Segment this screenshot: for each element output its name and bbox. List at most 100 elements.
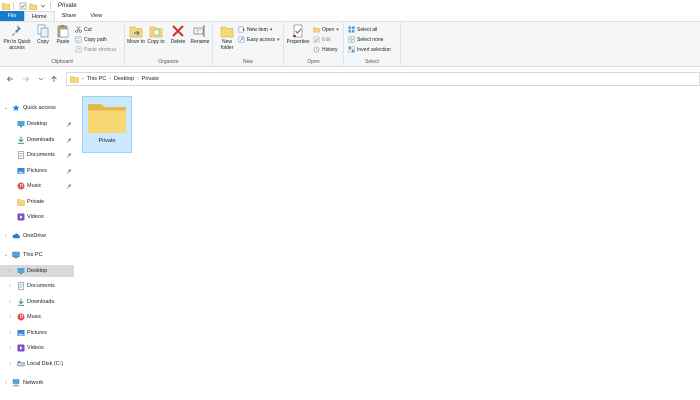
new-folder-label: New folder <box>220 39 234 51</box>
pin-to-quick-access-button[interactable]: Pin to Quick access <box>2 24 32 51</box>
easy-access-label: Easy access <box>247 36 276 43</box>
up-button[interactable] <box>49 74 59 84</box>
tab-share[interactable]: Share <box>55 11 84 21</box>
folder-item[interactable]: Private <box>82 96 132 153</box>
folder-icon <box>2 2 10 10</box>
chevron-right-icon[interactable]: › <box>7 330 13 336</box>
nav-quick-private[interactable]: Private <box>0 196 74 208</box>
nav-label: Downloads <box>27 298 55 305</box>
videos-icon <box>17 344 25 352</box>
nav-pc-videos[interactable]: › Videos <box>0 342 74 354</box>
chevron-down-icon: ▾ <box>277 36 280 43</box>
chevron-right-icon[interactable]: › <box>7 283 13 289</box>
nav-onedrive[interactable]: › OneDrive <box>0 230 74 242</box>
copy-to-label: Copy to <box>147 39 165 45</box>
move-to-button[interactable]: Move to <box>127 24 145 46</box>
breadcrumb-this-pc[interactable]: This PC <box>87 76 107 82</box>
chevron-right-icon[interactable]: › <box>7 268 13 274</box>
new-folder-icon <box>220 26 234 38</box>
nav-network[interactable]: › Network <box>0 377 74 389</box>
nav-pc-music[interactable]: › Music <box>0 311 74 323</box>
nav-pc-downloads[interactable]: › Downloads <box>0 296 74 308</box>
open-group: Properties Open ▾ Edit History Open <box>284 22 344 67</box>
new-group-label: New <box>242 59 253 65</box>
nav-this-pc[interactable]: ⌄ This PC <box>0 249 74 261</box>
copy-path-button[interactable]: Copy path <box>75 35 107 44</box>
select-group-label: Select <box>365 59 379 65</box>
easy-access-button[interactable]: Easy access ▾ <box>238 35 280 44</box>
paste-button[interactable]: Paste <box>54 24 72 46</box>
pin-icon <box>66 121 72 127</box>
open-button[interactable]: Open ▾ <box>313 25 339 34</box>
pin-icon <box>66 168 72 174</box>
pin-icon <box>66 152 72 158</box>
nav-pc-desktop[interactable]: › Desktop <box>0 264 74 277</box>
delete-label: Delete <box>170 39 186 45</box>
select-all-button[interactable]: Select all <box>348 25 377 34</box>
tab-view[interactable]: View <box>83 11 109 21</box>
title-bar: Private <box>0 0 700 11</box>
forward-button[interactable] <box>21 74 31 84</box>
new-folder-icon[interactable] <box>29 2 37 10</box>
select-all-label: Select all <box>357 26 378 33</box>
nav-pc-local-disk[interactable]: › Local Disk (C:) <box>0 358 74 370</box>
copy-button[interactable]: Copy <box>34 24 52 46</box>
tab-file[interactable]: File <box>0 11 24 21</box>
clipboard-group: Pin to Quick access Copy Paste Cut Copy … <box>0 22 125 67</box>
back-button[interactable] <box>5 74 15 84</box>
chevron-right-icon[interactable]: › <box>7 299 13 305</box>
nav-quick-pictures[interactable]: Pictures <box>0 165 74 177</box>
properties-icon[interactable] <box>19 2 27 10</box>
nav-quick-desktop[interactable]: Desktop <box>0 118 74 130</box>
chevron-right-icon[interactable]: › <box>3 380 9 386</box>
delete-button[interactable]: Delete <box>169 24 187 46</box>
new-folder-button[interactable]: New folder <box>217 24 237 51</box>
chevron-right-icon[interactable]: › <box>3 233 9 239</box>
new-item-button[interactable]: New item ▾ <box>238 25 272 34</box>
chevron-down-icon: ▾ <box>269 26 273 33</box>
nav-quick-music[interactable]: Music <box>0 180 74 192</box>
nav-quick-access[interactable]: ⌄ Quick access <box>0 102 74 114</box>
folder-icon <box>70 76 79 83</box>
nav-quick-downloads[interactable]: Downloads <box>0 134 74 146</box>
nav-pc-documents[interactable]: › Documents <box>0 280 74 292</box>
chevron-down-icon[interactable]: ⌄ <box>3 252 9 258</box>
cut-button[interactable]: Cut <box>75 25 92 34</box>
new-item-label: New item <box>247 26 268 33</box>
invert-selection-button[interactable]: Invert selection <box>348 45 391 54</box>
documents-icon <box>18 282 24 290</box>
recent-locations-button[interactable] <box>36 74 46 84</box>
nav-label: Downloads <box>27 136 55 143</box>
select-none-label: Select none <box>357 36 384 43</box>
nav-label: Documents <box>27 152 55 158</box>
chevron-right-icon[interactable]: › <box>7 314 13 320</box>
address-bar[interactable]: › This PC › Desktop › Private <box>66 72 700 86</box>
delete-icon <box>172 25 184 37</box>
breadcrumb-desktop[interactable]: Desktop <box>114 76 134 82</box>
edit-icon <box>313 36 320 43</box>
history-icon <box>313 46 320 53</box>
chevron-down-icon[interactable] <box>39 2 47 10</box>
properties-button[interactable]: Properties <box>285 24 311 46</box>
chevron-down-icon[interactable]: ⌄ <box>3 105 9 111</box>
folder-icon <box>17 198 25 206</box>
history-button[interactable]: History <box>313 45 338 54</box>
invert-selection-icon <box>348 46 355 53</box>
nav-pc-pictures[interactable]: › Pictures <box>0 327 74 339</box>
chevron-right-icon[interactable]: › <box>7 345 13 351</box>
nav-quick-videos[interactable]: Videos <box>0 211 74 223</box>
rename-button[interactable]: Rename <box>189 24 211 46</box>
star-icon <box>12 104 20 111</box>
nav-label: Music <box>27 183 42 189</box>
nav-label: Videos <box>27 214 44 220</box>
ribbon-tabs: File Home Share View <box>0 11 700 22</box>
edit-button[interactable]: Edit <box>313 35 331 44</box>
breadcrumb-private[interactable]: Private <box>142 76 159 82</box>
nav-label: Videos <box>27 345 44 351</box>
copy-to-button[interactable]: Copy to <box>147 24 165 46</box>
tab-home[interactable]: Home <box>24 11 55 21</box>
select-none-button[interactable]: Select none <box>348 35 383 44</box>
chevron-right-icon[interactable]: › <box>7 361 13 367</box>
paste-shortcut-button[interactable]: Paste shortcut <box>75 45 116 54</box>
nav-quick-documents[interactable]: Documents <box>0 149 74 161</box>
